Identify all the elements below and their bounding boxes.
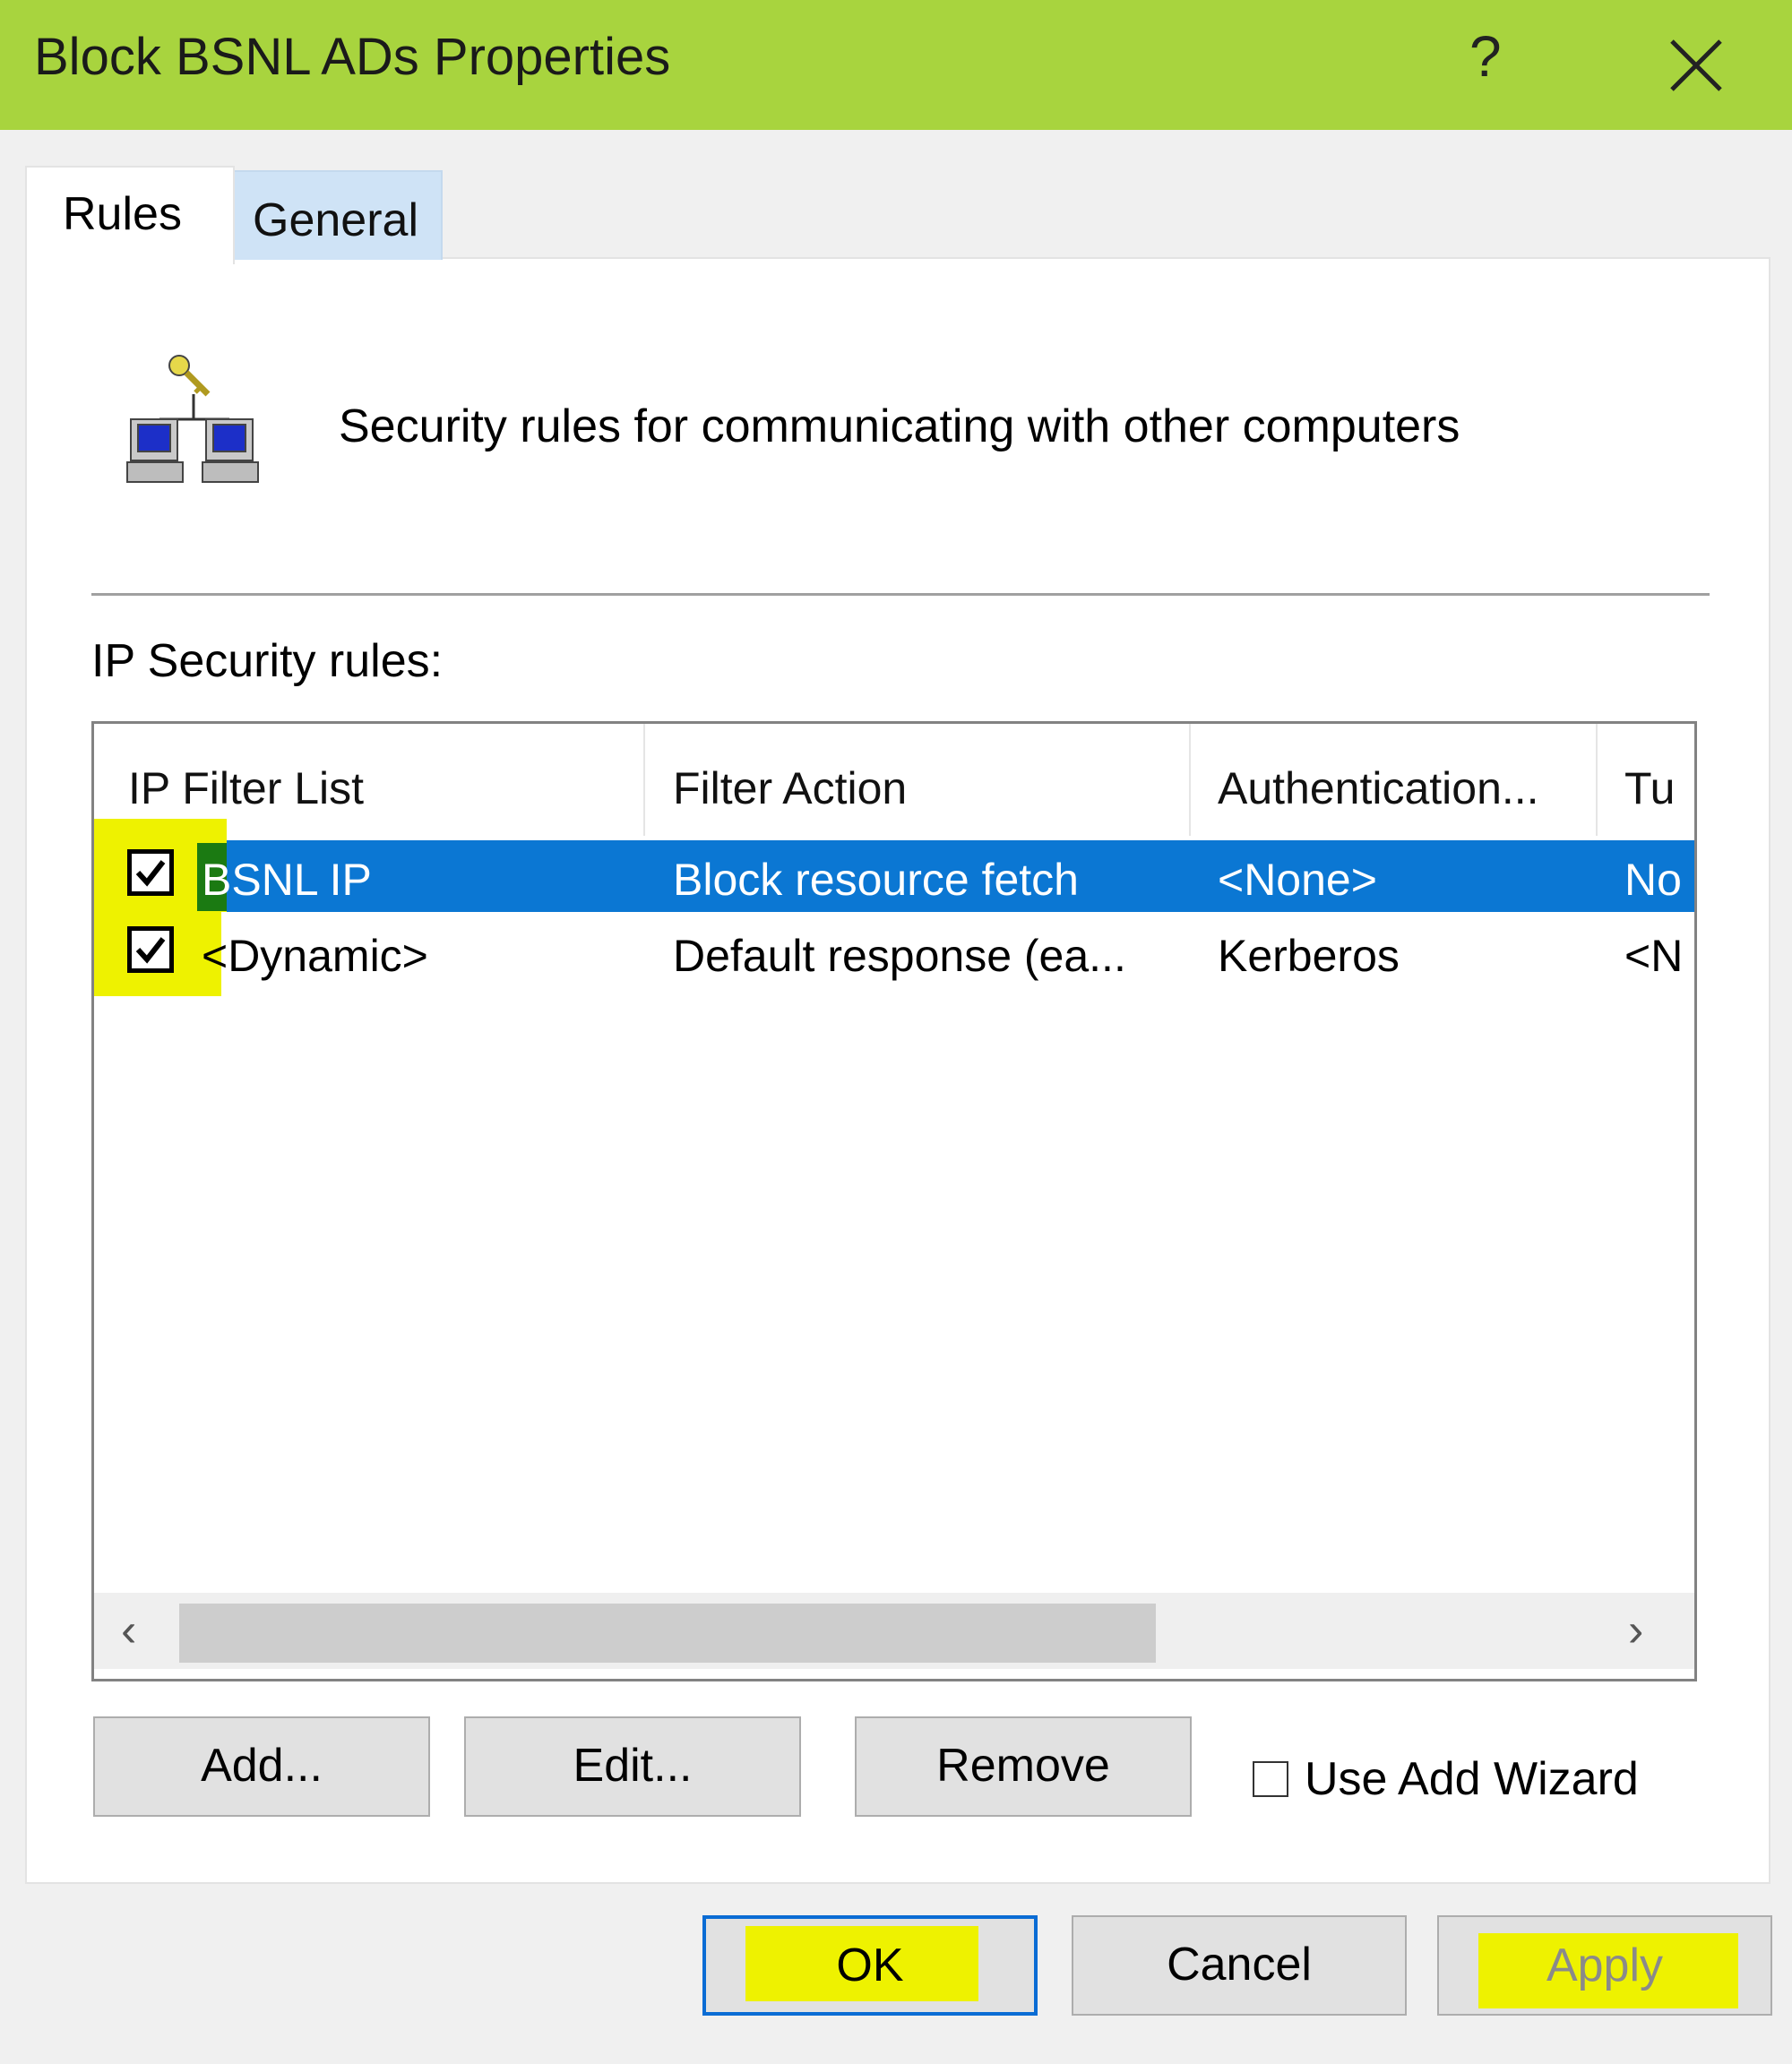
column-header-ip-filter-list[interactable]: IP Filter List — [128, 762, 364, 814]
cell-filter-action: Default response (ea... — [673, 931, 1126, 981]
row-checkbox[interactable] — [127, 849, 174, 896]
cell-tunnel: <N — [1624, 931, 1684, 981]
window-title: Block BSNL ADs Properties — [34, 28, 671, 86]
column-header-tunnel[interactable]: Tu — [1624, 762, 1676, 814]
check-icon — [135, 860, 166, 887]
close-icon[interactable] — [1665, 34, 1727, 97]
tab-rules[interactable]: Rules — [25, 166, 235, 264]
cell-filter-list: BSNL IP — [202, 855, 372, 905]
cell-authentication: Kerberos — [1218, 931, 1400, 981]
row-checkbox[interactable] — [127, 926, 174, 973]
cell-tunnel: No — [1624, 855, 1682, 905]
cell-filter-list: <Dynamic> — [202, 931, 428, 981]
remove-button[interactable]: Remove — [855, 1716, 1192, 1817]
add-button[interactable]: Add... — [93, 1716, 430, 1817]
apply-button-label[interactable]: Apply — [1437, 1919, 1772, 2016]
description-text: Security rules for communicating with ot… — [339, 400, 1460, 452]
scroll-right-arrow-icon[interactable]: › — [1628, 1604, 1643, 1657]
help-button[interactable]: ? — [1469, 23, 1502, 90]
use-add-wizard-checkbox[interactable] — [1253, 1761, 1288, 1797]
ok-button-label[interactable]: OK — [702, 1919, 1038, 2016]
check-icon — [135, 937, 166, 964]
rules-label: IP Security rules: — [91, 635, 444, 687]
edit-button[interactable]: Edit... — [464, 1716, 801, 1817]
column-header-filter-action[interactable]: Filter Action — [673, 762, 907, 814]
column-separator[interactable] — [1189, 724, 1191, 836]
column-header-authentication[interactable]: Authentication... — [1218, 762, 1539, 814]
cell-filter-action: Block resource fetch — [673, 855, 1079, 905]
tab-general[interactable]: General — [231, 170, 443, 260]
column-separator[interactable] — [1596, 724, 1598, 836]
horizontal-scrollbar[interactable]: ‹ › — [94, 1593, 1694, 1669]
scroll-left-arrow-icon[interactable]: ‹ — [121, 1604, 136, 1657]
network-key-icon — [126, 355, 259, 483]
cell-authentication: <None> — [1218, 855, 1377, 905]
cancel-button[interactable]: Cancel — [1072, 1915, 1407, 2016]
divider — [91, 593, 1710, 596]
tab-label: Rules — [63, 188, 182, 240]
rules-list[interactable]: IP Filter List Filter Action Authenticat… — [91, 721, 1697, 1681]
use-add-wizard-label[interactable]: Use Add Wizard — [1305, 1752, 1639, 1806]
column-separator[interactable] — [643, 724, 645, 836]
tab-label: General — [253, 194, 418, 246]
scrollbar-thumb[interactable] — [179, 1604, 1156, 1663]
